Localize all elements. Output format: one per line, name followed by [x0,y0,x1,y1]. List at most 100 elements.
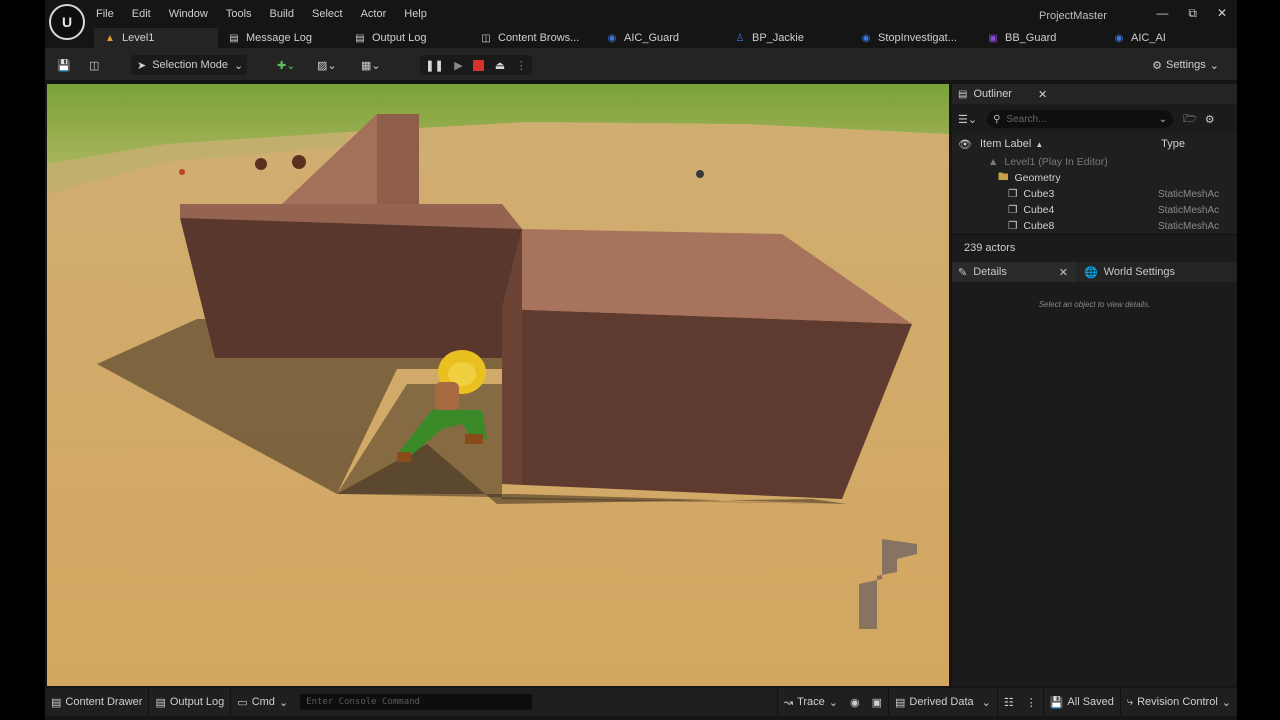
right-panel: ▤ Outliner ✕ ☰⌄ ⚲ Search... ⌄ 🗁 ⚙ 👁 Item… [952,84,1237,686]
revision-control-icon: ⤷ [1126,695,1134,708]
actor-count: 239 actors [952,234,1237,260]
pause-icon[interactable]: ❚❚ [425,59,443,72]
tree-row-label: Cube3 [1023,188,1055,200]
minimize-icon[interactable]: — [1156,6,1168,21]
tree-row-mesh[interactable]: ❐ Cube4 StaticMeshAc [952,202,1237,218]
folder-icon: 🖿 [998,171,1009,183]
eject-icon[interactable]: ⏏ [495,59,505,72]
message-log-icon: ▤ [229,32,239,44]
tab-label: Output Log [372,32,427,44]
sort-ascending-icon: ▲ [1035,139,1044,149]
unreal-logo-icon[interactable]: U [49,4,85,40]
menu-help[interactable]: Help [404,8,427,20]
tab-output-log[interactable]: ▤ Output Log [344,28,470,48]
tree-row-mesh[interactable]: ❐ Cube8 StaticMeshAc [952,218,1237,234]
revision-control-label: Revision Control [1137,696,1218,708]
revision-control-dropdown[interactable]: ⤷ Revision Control ⌄ [1121,688,1237,716]
menu-window[interactable]: Window [169,8,208,20]
ai-controller-icon: ◉ [607,32,617,44]
selection-mode-label: Selection Mode [152,59,229,71]
chevron-down-icon: ⌄ [278,696,289,709]
content-drawer-icon: ▤ [51,696,62,709]
globe-icon: 🌐 [1084,266,1098,279]
tab-aic-guard[interactable]: ◉ AIC_Guard [596,28,724,48]
console-command-input[interactable]: Enter Console Command [300,694,533,710]
browse-icon[interactable]: ◫ [89,55,99,75]
pencil-icon: ✎ [958,266,968,279]
screenshot-icon[interactable]: ▣ [866,688,888,716]
selection-mode-dropdown[interactable]: ➤ Selection Mode ⌄ [131,55,247,75]
gear-icon[interactable]: ⚙ [1205,113,1215,126]
record-icon[interactable]: ◉ [844,688,866,716]
column-type[interactable]: Type [1161,138,1185,150]
content-drawer-button[interactable]: ▤ Content Drawer [45,688,148,716]
derived-data-dropdown[interactable]: ▤ Derived Data ⌄ [889,688,997,716]
chevron-down-icon: ⌄ [981,696,991,709]
tree-row-mesh[interactable]: ❐ Cube3 StaticMeshAc [952,186,1237,202]
close-icon[interactable]: ✕ [1038,88,1047,101]
tree-row-label: Cube8 [1023,220,1055,232]
menu-file[interactable]: File [96,8,114,20]
tree-row-label: Level1 (Play In Editor) [1004,156,1108,168]
tree-row-type: StaticMeshAc [1158,220,1220,232]
menu-select[interactable]: Select [312,8,343,20]
close-icon[interactable]: ✕ [1217,6,1227,21]
menu-build[interactable]: Build [270,8,294,20]
cursor-icon: ➤ [137,59,147,72]
main-menu: File Edit Window Tools Build Select Acto… [96,8,445,20]
task-icon: ◉ [861,32,871,44]
blueprints-button[interactable]: ▨⌄ [317,55,337,75]
settings-button[interactable]: ⚙ Settings ⌄ [1152,55,1219,75]
add-folder-icon[interactable]: 🗁 [1183,110,1197,129]
tree-row-level[interactable]: ▲ Level1 (Play In Editor) [952,154,1237,170]
tab-level1[interactable]: ▲ Level1 [94,28,218,48]
tab-aic-ai[interactable]: ◉ AIC_AI [1103,28,1207,48]
output-log-label: Output Log [169,696,225,708]
console-icon: ▭ [237,696,248,709]
all-saved-button[interactable]: 💾 All Saved [1044,688,1120,716]
restore-icon[interactable]: ⧉ [1188,6,1197,21]
tree-row-folder[interactable]: 🖿 Geometry [952,170,1237,186]
project-name: ProjectMaster [1039,10,1107,22]
scene-render [47,84,949,686]
menu-tools[interactable]: Tools [226,8,252,20]
save-icon[interactable]: 💾 [57,55,71,75]
tab-bb-guard[interactable]: ▣ BB_Guard [977,28,1103,48]
unreal-editor-window: File Edit Window Tools Build Select Acto… [45,0,1237,720]
column-item-label[interactable]: Item Label [980,138,1031,150]
stop-icon[interactable] [473,59,485,71]
more-options-icon[interactable]: ⋮ [1020,688,1043,716]
tab-label: Level1 [122,32,155,44]
menu-actor[interactable]: Actor [361,8,387,20]
more-options-icon[interactable]: ⋮ [516,59,527,72]
cmd-dropdown[interactable]: ▭ Cmd ⌄ [231,688,294,716]
tab-details[interactable]: ✎ Details ✕ [952,262,1076,282]
outliner-search-input[interactable]: ⚲ Search... ⌄ [987,110,1174,128]
tab-world-settings[interactable]: 🌐 World Settings [1076,266,1175,279]
visibility-eye-icon[interactable]: 👁 [958,138,972,151]
output-log-button[interactable]: ▤ Output Log [149,688,230,716]
world-settings-label: World Settings [1103,266,1176,278]
step-icon[interactable]: ▶ [454,59,462,72]
menu-edit[interactable]: Edit [132,8,151,20]
tab-content-browser[interactable]: ◫ Content Brows... [470,28,596,48]
chevron-down-icon: ⌄ [1221,696,1231,709]
output-log-icon: ▤ [355,32,365,44]
derived-data-label: Derived Data [909,696,974,708]
cinematics-button[interactable]: ▦⌄ [361,55,381,75]
tab-message-log[interactable]: ▤ Message Log [218,28,344,48]
filter-icon[interactable]: ☰⌄ [958,113,977,126]
source-control-icon[interactable]: ☷ [998,688,1020,716]
blackboard-icon: ▣ [988,32,998,44]
trace-dropdown[interactable]: ↝ Trace ⌄ [778,688,844,716]
tab-bp-jackie[interactable]: ♙ BP_Jackie [724,28,850,48]
tab-label: BP_Jackie [752,32,804,44]
add-actor-button[interactable]: ✚⌄ [277,55,295,75]
level-viewport[interactable] [47,84,949,686]
outliner-icon: ▤ [958,88,968,100]
tab-stop-investigate[interactable]: ◉ StopInvestigat... [850,28,977,48]
output-log-icon: ▤ [155,696,166,709]
close-icon[interactable]: ✕ [1059,266,1068,279]
save-status-icon: 💾 [1049,696,1064,709]
gear-icon: ⚙ [1152,59,1163,72]
